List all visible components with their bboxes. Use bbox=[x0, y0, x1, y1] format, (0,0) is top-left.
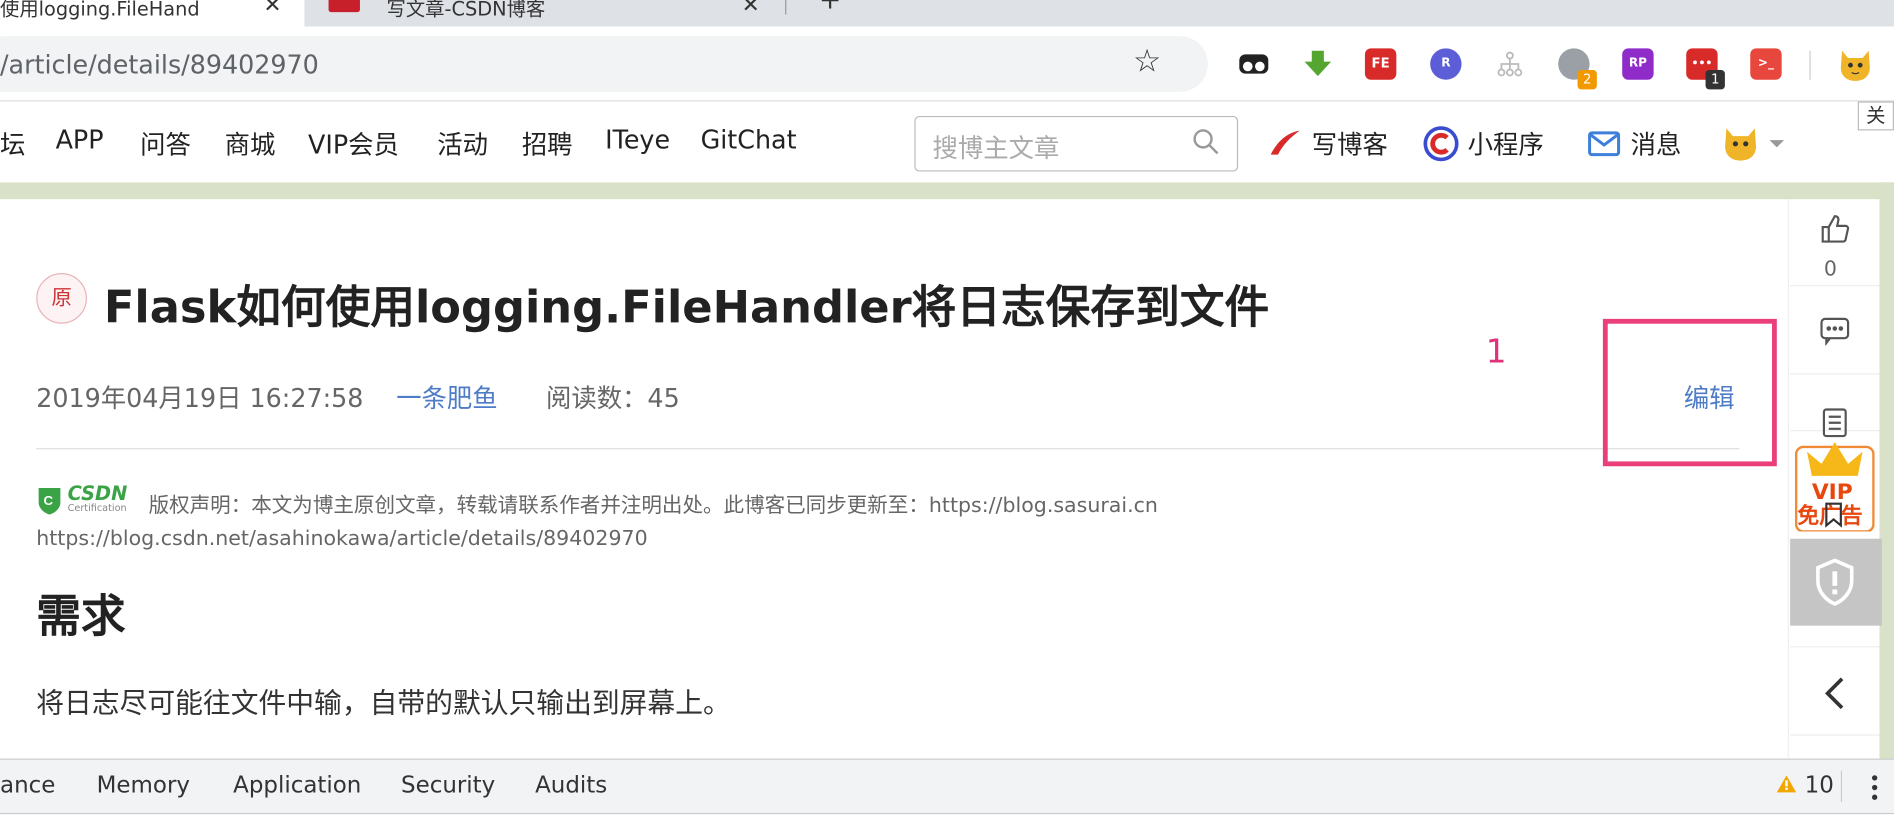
miniprogram-link[interactable]: 小程序 bbox=[1468, 126, 1544, 162]
devtools-separator bbox=[1840, 770, 1843, 803]
devtools-tab-security[interactable]: Security bbox=[401, 772, 495, 799]
user-avatar[interactable] bbox=[1722, 123, 1758, 162]
original-badge: 原 bbox=[36, 272, 87, 324]
thumbs-up-icon bbox=[1821, 215, 1850, 243]
url-text[interactable]: /article/details/89402970 bbox=[0, 51, 319, 80]
extension-badge: 1 bbox=[1705, 70, 1725, 90]
publish-date: 2019年04月19日 16:27:58 bbox=[36, 384, 364, 414]
author-link[interactable]: 一条肥鱼 bbox=[396, 379, 497, 415]
comment-button[interactable] bbox=[1790, 287, 1880, 375]
nav-item-events[interactable]: 活动 bbox=[437, 126, 488, 162]
write-blog-link[interactable]: 写博客 bbox=[1312, 126, 1388, 162]
article-paragraph: 将日志尽可能往文件中输，自带的默认只输出到屏幕上。 bbox=[36, 688, 731, 720]
devtools-toolbar bbox=[0, 815, 1894, 830]
document-icon bbox=[1822, 408, 1847, 438]
terminal-icon[interactable]: >_ bbox=[1750, 48, 1782, 80]
article-title: Flask如何使用logging.FileHandler将日志保存到文件 bbox=[103, 281, 1270, 334]
nav-item-iteye[interactable]: ITeye bbox=[605, 126, 670, 155]
warning-count[interactable]: 10 bbox=[1805, 772, 1834, 799]
devtools-tab-performance[interactable]: ance bbox=[0, 772, 55, 799]
miniprogram-icon bbox=[1423, 126, 1459, 162]
tab-title: 写文章-CSDN博客 bbox=[386, 0, 546, 21]
mail-icon bbox=[1588, 131, 1621, 157]
section-heading: 需求 bbox=[36, 590, 126, 643]
search-icon[interactable] bbox=[1191, 127, 1220, 156]
annotation-number: 1 bbox=[1485, 333, 1507, 371]
devtools-tab-memory[interactable]: Memory bbox=[97, 772, 190, 799]
csdn-certification-logo: C CSDN Certification bbox=[36, 481, 137, 515]
collapse-button[interactable] bbox=[1790, 646, 1880, 736]
read-count: 阅读数：45 bbox=[545, 384, 680, 414]
quill-icon bbox=[1270, 130, 1300, 155]
nav-item-jobs[interactable]: 招聘 bbox=[522, 126, 573, 162]
annotation-highlight-box bbox=[1602, 318, 1777, 467]
search-placeholder: 搜博主文章 bbox=[932, 134, 1060, 164]
page-background bbox=[0, 182, 1894, 200]
bookmark-icon bbox=[1825, 502, 1842, 528]
toolbar-separator bbox=[1809, 50, 1811, 80]
tampermonkey-icon[interactable] bbox=[1238, 48, 1270, 80]
new-tab-button[interactable]: + bbox=[819, 0, 841, 16]
report-button[interactable] bbox=[1790, 538, 1882, 626]
chevron-down-icon[interactable] bbox=[1768, 138, 1785, 150]
comment-icon bbox=[1820, 317, 1850, 346]
tab-separator bbox=[785, 0, 787, 15]
address-bar[interactable]: /article/details/89402970 ☆ bbox=[0, 36, 1208, 92]
original-article-link[interactable]: https://blog.csdn.net/asahinokawa/articl… bbox=[36, 527, 647, 551]
cat-avatar-icon[interactable] bbox=[1838, 46, 1872, 82]
nav-item-app[interactable]: APP bbox=[56, 126, 104, 155]
sitemap-icon[interactable] bbox=[1494, 48, 1526, 80]
shield-icon bbox=[1816, 558, 1854, 606]
tab-title: 使用logging.FileHand bbox=[0, 0, 200, 21]
rp-icon[interactable]: RP bbox=[1622, 48, 1654, 80]
page-background bbox=[1879, 182, 1894, 763]
extension-badge: 2 bbox=[1577, 70, 1597, 90]
nav-item-forum[interactable]: 坛 bbox=[0, 126, 25, 162]
chevron-left-icon bbox=[1824, 677, 1844, 710]
csdn-favicon-icon bbox=[328, 0, 360, 13]
like-count: 0 bbox=[1823, 257, 1838, 282]
copyright-notice: 版权声明：本文为博主原创文章，转载请联系作者并注明出处。此博客已同步更新至：ht… bbox=[148, 494, 1158, 519]
close-tab-icon[interactable]: ✕ bbox=[742, 0, 760, 18]
nav-item-gitchat[interactable]: GitChat bbox=[701, 126, 797, 155]
nav-item-qa[interactable]: 问答 bbox=[140, 126, 191, 162]
messages-link[interactable]: 消息 bbox=[1631, 126, 1682, 162]
fe-icon[interactable]: FE bbox=[1364, 48, 1397, 80]
svg-text:C: C bbox=[43, 493, 53, 508]
warning-icon bbox=[1776, 775, 1797, 793]
directory-button[interactable] bbox=[1790, 376, 1880, 438]
download-arrow-icon[interactable] bbox=[1302, 48, 1334, 80]
close-ad-button[interactable]: 关 bbox=[1857, 101, 1894, 131]
csdn-logo-text: CSDN bbox=[67, 481, 128, 505]
blog-search-input[interactable]: 搜博主文章 bbox=[914, 115, 1239, 172]
nav-item-store[interactable]: 商城 bbox=[225, 126, 276, 162]
r-icon[interactable]: R bbox=[1430, 48, 1462, 80]
nav-item-vip[interactable]: VIP会员 bbox=[308, 126, 399, 162]
devtools-tab-application[interactable]: Application bbox=[233, 772, 361, 799]
browser-tab[interactable]: 写文章-CSDN博客 ✕ bbox=[311, 0, 783, 27]
star-icon[interactable]: ☆ bbox=[1133, 43, 1161, 79]
kebab-menu-icon[interactable] bbox=[1870, 773, 1880, 802]
divider bbox=[36, 448, 1740, 450]
browser-tab-active[interactable]: 使用logging.FileHand ✕ bbox=[0, 0, 305, 27]
csdn-logo-sub: Certification bbox=[67, 502, 127, 514]
devtools-tab-audits[interactable]: Audits bbox=[535, 772, 607, 799]
close-tab-icon[interactable]: ✕ bbox=[263, 0, 281, 18]
